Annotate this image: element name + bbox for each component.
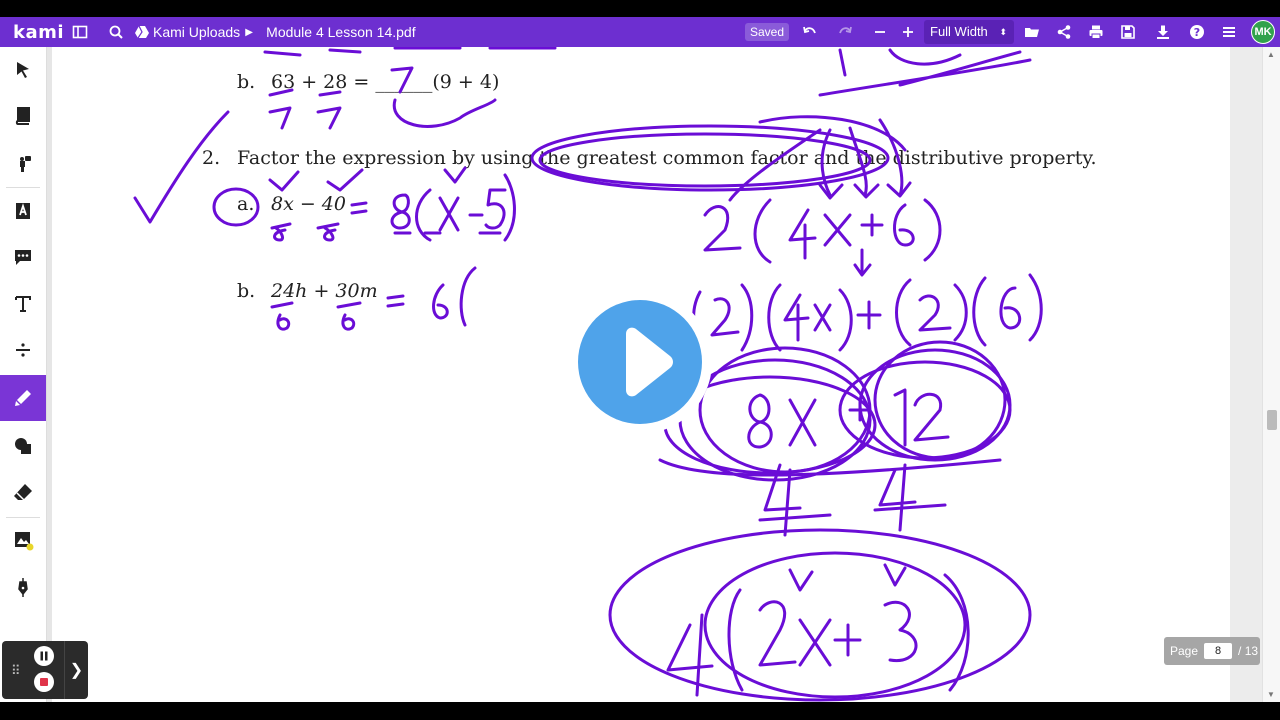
eraser-tool[interactable] <box>0 469 46 515</box>
scroll-down-icon[interactable]: ▼ <box>1267 690 1275 699</box>
play-icon <box>626 327 673 397</box>
page-label: Page <box>1170 644 1199 658</box>
text-to-speech-tool[interactable] <box>0 140 46 186</box>
sidebar-toggle-icon[interactable] <box>65 17 95 47</box>
recording-widget: ⠿ ❯ <box>2 641 88 699</box>
scroll-up-icon[interactable]: ▲ <box>1267 50 1275 59</box>
shapes-tool[interactable] <box>0 423 46 469</box>
share-icon[interactable] <box>1049 17 1079 47</box>
expand-chevron-icon[interactable]: ❯ <box>64 641 88 699</box>
equation-tool[interactable] <box>0 327 46 373</box>
comment-icon <box>15 250 31 265</box>
download-icon[interactable] <box>1148 17 1178 47</box>
drawing-tool[interactable] <box>0 375 46 421</box>
pause-icon <box>40 651 48 661</box>
search-icon[interactable] <box>101 17 131 47</box>
tool-sidebar <box>0 47 47 702</box>
print-icon[interactable] <box>1081 17 1111 47</box>
file-name[interactable]: Module 4 Lesson 14.pdf <box>266 24 415 40</box>
drive-icon <box>131 17 153 47</box>
video-play-button[interactable] <box>568 290 712 434</box>
highlighter-icon <box>16 203 30 219</box>
breadcrumb: Kami Uploads ▶ Module 4 Lesson 14.pdf <box>153 24 416 40</box>
updown-icon: ⬍ <box>999 27 1007 37</box>
zoom-out-icon[interactable] <box>865 17 895 47</box>
signature-tool[interactable] <box>0 564 46 610</box>
breadcrumb-folder[interactable]: Kami Uploads <box>153 24 240 40</box>
add-media-tool[interactable] <box>0 517 46 563</box>
save-icon[interactable] <box>1113 17 1143 47</box>
dictionary-tool[interactable] <box>0 93 46 139</box>
stop-icon <box>40 678 48 686</box>
book-icon <box>15 107 30 125</box>
page-indicator: Page 8 / 13 <box>1164 637 1260 665</box>
save-status-badge: Saved <box>745 23 790 41</box>
zoom-in-icon[interactable] <box>893 17 923 47</box>
comment-tool[interactable] <box>0 234 46 280</box>
pen-icon <box>15 390 31 406</box>
stop-recording-button[interactable] <box>34 672 54 692</box>
menu-icon[interactable] <box>1214 17 1244 47</box>
page-number-input[interactable]: 8 <box>1204 643 1233 659</box>
pause-recording-button[interactable] <box>34 646 54 666</box>
markup-tool[interactable] <box>0 188 46 234</box>
redo-icon[interactable] <box>830 17 860 47</box>
right-gutter <box>1230 47 1262 702</box>
cursor-icon <box>17 62 29 78</box>
page-total: / 13 <box>1238 644 1259 658</box>
open-folder-icon[interactable] <box>1017 17 1047 47</box>
top-toolbar: kami Kami Uploads ▶ Module 4 Lesson 14.p… <box>0 17 1280 47</box>
divide-icon <box>16 343 30 357</box>
shapes-icon <box>15 438 31 454</box>
image-icon <box>15 532 34 551</box>
text-tool[interactable] <box>0 281 46 327</box>
text-icon <box>15 296 31 312</box>
pdf-page[interactable]: b. 63 + 28 = ______(9 + 4) 2. Factor the… <box>52 47 1230 702</box>
play-circle <box>578 300 702 424</box>
avatar[interactable]: MK <box>1251 20 1275 44</box>
scrollbar-thumb[interactable] <box>1267 410 1277 430</box>
undo-icon[interactable] <box>795 17 825 47</box>
kami-logo: kami <box>13 21 65 43</box>
caret-right-icon: ▶ <box>245 26 253 38</box>
help-icon[interactable]: ? <box>1182 17 1212 47</box>
letterbox-top <box>0 0 1280 17</box>
zoom-select-value: Full Width <box>930 24 988 39</box>
select-tool[interactable] <box>0 47 46 93</box>
drag-handle-icon[interactable]: ⠿ <box>11 663 21 679</box>
speaker-icon <box>20 156 31 172</box>
eraser-icon <box>14 484 32 501</box>
zoom-select[interactable]: Full Width ⬍ <box>924 20 1014 44</box>
letterbox-bottom <box>0 702 1280 720</box>
signature-pen-icon <box>18 578 28 597</box>
svg-text:?: ? <box>1194 26 1200 39</box>
vertical-scrollbar[interactable]: ▲ ▼ <box>1262 47 1280 702</box>
